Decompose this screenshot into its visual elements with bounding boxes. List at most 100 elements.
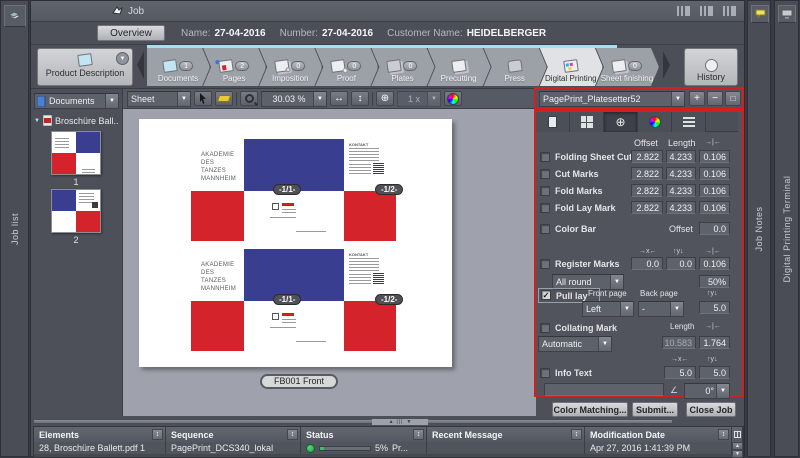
color-bar-checkbox[interactable] [540,224,550,234]
fold-lay-offset-field[interactable]: 2.822 [631,201,663,214]
tab-layout[interactable] [570,112,604,132]
cut-length-field[interactable]: 4.233 [666,167,696,180]
register-x-field[interactable]: 0.0 [631,257,663,270]
sort-icon[interactable]: ↕ [287,429,298,440]
sort-icon[interactable]: ↕ [718,429,729,440]
separations-button[interactable] [444,91,462,106]
scroll-steps-left-icon[interactable] [137,51,144,79]
job-notes-icon[interactable] [751,5,769,23]
remove-preset-button[interactable]: − [707,91,723,106]
sheet-preview-canvas[interactable]: AKADEMIE DES TANZES MANNHEIM KONTAKT [123,109,536,416]
cell-modification-date[interactable]: Apr 27, 2016 1:41:39 PM [585,442,732,454]
folding-length-field[interactable]: 4.233 [666,150,696,163]
step-pages[interactable]: 2 Pages [203,48,266,86]
table-splitter[interactable]: ▲|||▼ [33,419,673,424]
info-text-y-field[interactable]: 5.0 [699,366,730,379]
view-mode-select[interactable]: Sheet ▼ [127,91,191,107]
register-percent-field[interactable]: 50% [699,275,730,288]
register-y-field[interactable]: 0.0 [666,257,696,270]
view-select-arrow-icon[interactable]: ▼ [177,92,190,106]
fit-width-button[interactable]: ↔ [330,91,348,106]
info-text-field[interactable] [544,383,664,396]
tab-output[interactable] [672,112,706,132]
back-select-arrow-icon[interactable]: ▼ [670,302,683,316]
pull-lay-back-select[interactable]: - ▼ [638,301,684,317]
copy-preset-button[interactable]: □ [725,91,741,106]
collating-mark-checkbox[interactable] [540,323,550,333]
zoom-in-button[interactable]: ⊕ [376,91,394,106]
column-config-icon[interactable] [734,431,741,438]
product-description-menu-icon[interactable]: ▼ [116,52,129,65]
pull-lay-checkbox[interactable]: ✓ [541,290,551,300]
cell-status[interactable]: 5% Pr... [301,442,427,454]
fold-length-field[interactable]: 4.233 [666,184,696,197]
step-imposition[interactable]: 0 Imposition [259,48,322,86]
splitter-grip[interactable]: ▲|||▼ [372,419,428,425]
collating-mode-select[interactable]: Automatic ▼ [538,336,612,352]
register-marks-checkbox[interactable] [540,259,550,269]
sort-icon[interactable]: ↕ [571,429,582,440]
folding-offset-field[interactable]: 2.822 [631,150,663,163]
overview-button[interactable]: Overview [97,25,165,41]
zoom-level-select[interactable]: 30.03 % ▼ [261,91,327,107]
product-description-button[interactable]: Product Description ▼ [37,48,133,86]
step-precutting[interactable]: Precutting [428,48,491,86]
fold-marks-checkbox[interactable] [540,186,550,196]
pull-lay-y-field[interactable]: 5.0 [699,301,730,314]
digital-printing-terminal-strip[interactable]: Digital Printing Terminal [774,0,799,457]
close-job-button[interactable]: Close Job [686,402,736,417]
history-button[interactable]: History [684,48,738,86]
digital-printing-terminal-icon[interactable] [778,5,796,23]
tab-marks[interactable]: ⊕ [604,112,638,132]
scroll-steps-right-icon[interactable] [663,51,670,79]
folding-gap-field[interactable]: 0.106 [699,150,730,163]
step-digital-printing[interactable]: Digital Printing [540,48,603,86]
documents-select-arrow-icon[interactable]: ▼ [105,94,118,108]
detach-window-icon[interactable] [723,6,736,16]
cut-gap-field[interactable]: 0.106 [699,167,730,180]
pull-lay-front-select[interactable]: Left ▼ [582,301,634,317]
color-bar-offset-field[interactable]: 0.0 [699,222,730,235]
register-mode-arrow-icon[interactable]: ▼ [610,275,623,289]
folding-sheet-cuts-checkbox[interactable] [540,152,550,162]
fold-gap-field[interactable]: 0.106 [699,184,730,197]
submit-button[interactable]: Submit... [632,402,678,417]
cell-recent-message[interactable] [427,442,585,454]
tile-view-icon[interactable] [700,6,713,16]
info-text-checkbox[interactable] [540,368,550,378]
zoom-select-arrow-icon[interactable]: ▼ [313,92,326,106]
preset-select[interactable]: PagePrint_Platesetter52 ▼ [539,91,685,107]
column-config-cell[interactable] [732,427,743,442]
cut-marks-checkbox[interactable] [540,169,550,179]
table-scroll-up-icon[interactable]: ▲ [732,442,743,450]
register-gap-field[interactable]: 0.106 [699,257,730,270]
fold-lay-length-field[interactable]: 4.233 [666,201,696,214]
cut-offset-field[interactable]: 2.822 [631,167,663,180]
documents-view-select[interactable]: Documents ▼ [34,93,119,109]
col-header-modification-date[interactable]: Modification Date↕ [585,427,732,442]
job-list-icon[interactable] [4,5,26,27]
splitter-up-icon[interactable]: ▲ [389,419,394,425]
step-proof[interactable]: 0 Proof [315,48,378,86]
tab-color[interactable] [638,112,672,132]
splitter-down-icon[interactable]: ▼ [406,419,411,425]
preset-select-arrow-icon[interactable]: ▼ [671,92,684,106]
expander-icon[interactable]: ▼ [34,118,40,124]
cell-sequence[interactable]: PagePrint_DCS340_lokal [166,442,301,454]
step-documents[interactable]: 1 Documents [147,48,210,86]
fold-lay-gap-field[interactable]: 0.106 [699,201,730,214]
info-text-x-field[interactable]: 5.0 [664,366,696,379]
collating-gap-field[interactable]: 1.764 [699,336,730,349]
measure-tool-button[interactable] [215,91,233,106]
cell-elements[interactable]: 28, Broschüre Ballett.pdf 1 [34,442,166,454]
add-preset-button[interactable]: + [689,91,705,106]
scale-select[interactable]: 1 x ▼ [397,91,441,107]
select-tool-button[interactable] [194,91,212,106]
color-matching-button[interactable]: Color Matching... [552,402,628,417]
page-thumbnail-1[interactable]: 1 [51,131,101,187]
info-text-angle-select[interactable]: 0° ▼ [684,383,730,399]
tab-sheet[interactable] [536,112,570,132]
collating-length-field[interactable]: 10.583 [662,336,696,349]
job-notes-strip[interactable]: Job Notes [747,0,771,457]
sort-icon[interactable]: ↕ [152,429,163,440]
